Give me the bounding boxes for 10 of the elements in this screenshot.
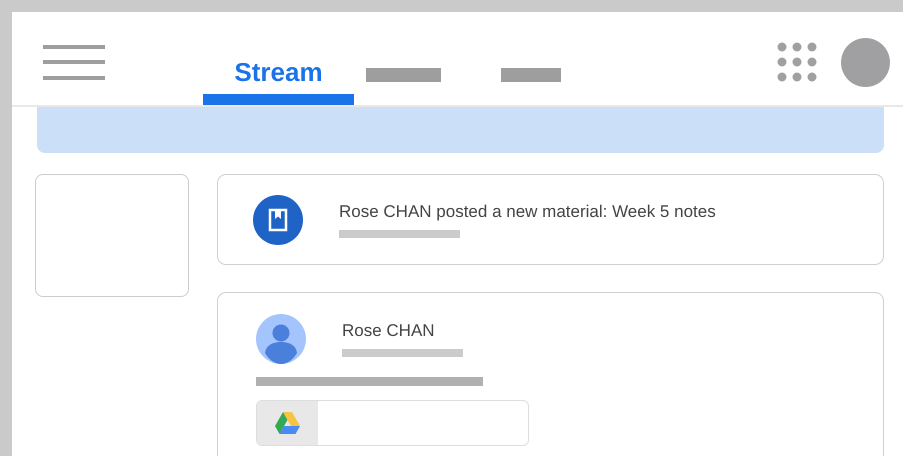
attachment-chip[interactable] — [256, 400, 529, 446]
author-name: Rose CHAN — [342, 321, 436, 341]
drive-icon — [275, 412, 300, 434]
avatar[interactable] — [841, 38, 890, 87]
material-icon — [253, 194, 303, 244]
person-avatar-icon — [256, 314, 306, 364]
menu-icon[interactable] — [43, 45, 105, 81]
stream-card[interactable]: Rose CHAN posted a new material: Week 5 notes — [217, 174, 884, 265]
apps-grid-icon[interactable] — [777, 42, 817, 82]
post-title: Rose CHAN posted a new material: Week 5 notes — [339, 202, 716, 222]
